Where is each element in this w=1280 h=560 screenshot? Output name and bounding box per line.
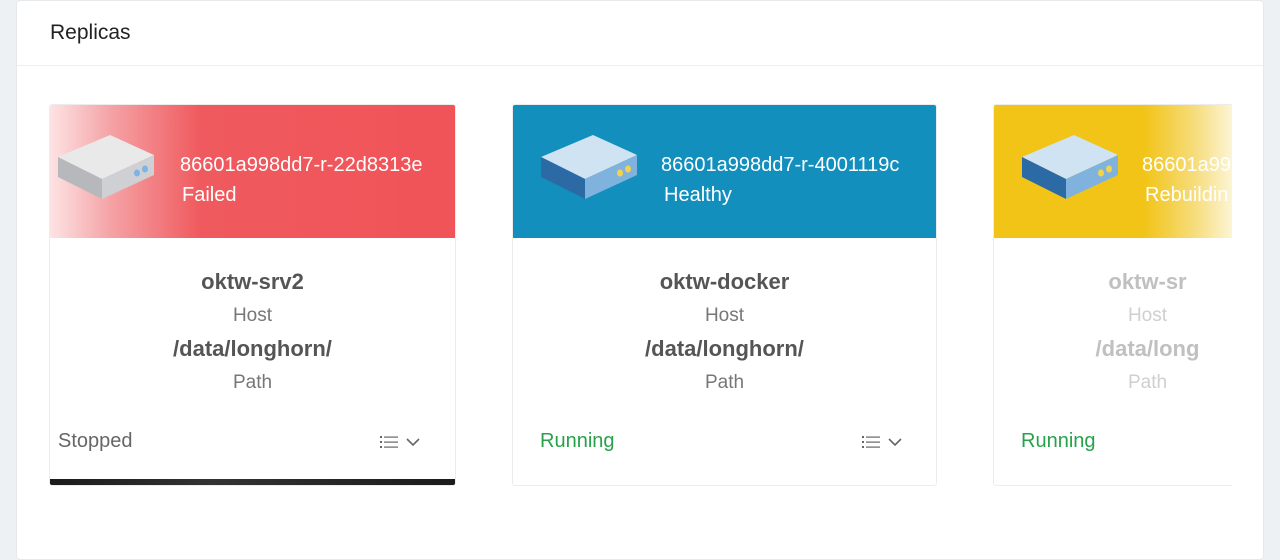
path-label: Path: [1127, 372, 1168, 393]
replica-card-body: oktw-srv2 Host /data/longhorn/ Path: [50, 265, 455, 399]
host-label: Host: [232, 305, 273, 326]
replica-state: Healthy: [664, 184, 732, 206]
replica-card-header: 86601a998dd7-r-4001119c Healthy: [513, 105, 936, 238]
chevron-down-icon: [888, 438, 902, 447]
path-value: /data/longhorn/: [173, 336, 332, 361]
run-status: Stopped: [58, 430, 133, 452]
replica-card-body: oktw-sr Host /data/long Path: [994, 265, 1232, 399]
replica-card: 86601a998dd7-r-22d8313e Failed oktw-srv2…: [49, 104, 456, 486]
replica-card-header: 86601a99 Rebuildin: [994, 105, 1232, 238]
list-icon: [862, 436, 880, 448]
replica-card-footer: Running: [513, 428, 936, 458]
replica-card: 86601a99 Rebuildin oktw-sr Host /data/lo…: [993, 104, 1232, 486]
replica-card-footer: Running: [994, 428, 1232, 458]
replica-card: 86601a998dd7-r-4001119c Healthy oktw-doc…: [512, 104, 937, 486]
host-name: oktw-sr: [1108, 269, 1187, 294]
disk-icon: [1022, 135, 1118, 199]
host-name: oktw-docker: [659, 269, 790, 294]
path-label: Path: [704, 372, 745, 393]
run-status: Running: [1021, 430, 1096, 452]
panel-header: Replicas: [17, 1, 1263, 66]
replica-progress-bar: [50, 479, 455, 485]
path-value: /data/long: [1095, 336, 1200, 361]
disk-icon: [541, 135, 637, 199]
run-status: Running: [540, 430, 615, 452]
chevron-down-icon: [406, 438, 420, 447]
replica-name: 86601a998dd7-r-4001119c: [661, 154, 900, 176]
path-value: /data/longhorn/: [645, 336, 804, 361]
replicas-panel: Replicas 86601a998dd7-r-22d8313e Failed …: [16, 0, 1264, 560]
host-name: oktw-srv2: [201, 269, 304, 294]
panel-title: Replicas: [50, 21, 131, 44]
replica-menu-button[interactable]: [862, 431, 904, 453]
replica-state: Rebuildin: [1145, 184, 1229, 206]
replica-carousel: 86601a998dd7-r-22d8313e Failed oktw-srv2…: [49, 104, 1232, 494]
host-label: Host: [1127, 305, 1168, 326]
replica-card-header: 86601a998dd7-r-22d8313e Failed: [50, 105, 455, 238]
replica-card-footer: Stopped: [50, 428, 455, 458]
replica-name: 86601a998dd7-r-22d8313e: [180, 154, 423, 176]
replica-menu-button[interactable]: [380, 431, 422, 453]
host-label: Host: [704, 305, 745, 326]
replica-state: Failed: [182, 184, 237, 206]
list-icon: [380, 436, 398, 448]
replica-name: 86601a99: [1142, 154, 1231, 176]
path-label: Path: [232, 372, 273, 393]
replica-card-body: oktw-docker Host /data/longhorn/ Path: [513, 265, 936, 399]
disk-icon: [58, 135, 154, 199]
